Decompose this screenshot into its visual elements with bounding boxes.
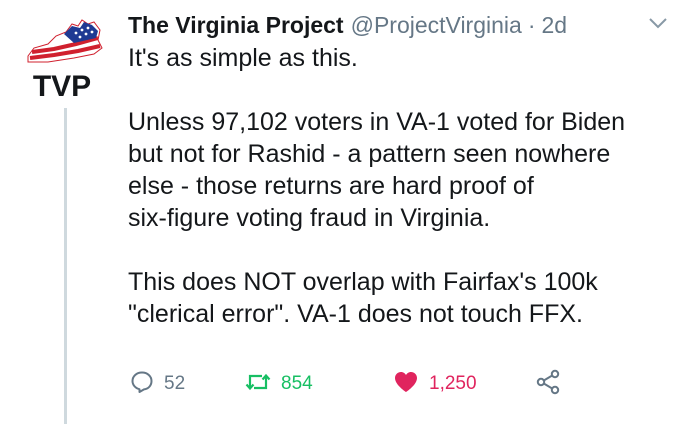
avatar[interactable]: TVP [14, 18, 110, 100]
reply-icon [130, 370, 154, 399]
tweet-line: It's as simple as this. [128, 44, 358, 72]
tweet-line: Unless 97,102 voters in VA-1 voted for B… [128, 108, 626, 136]
separator-dot: · [527, 11, 536, 38]
retweet-button[interactable]: 854 [245, 370, 393, 399]
user-handle[interactable]: @ProjectVirginia [351, 12, 522, 39]
thread-line [64, 108, 67, 424]
virginia-flag-logo-icon: TVP [27, 19, 103, 100]
display-name[interactable]: The Virginia Project [128, 12, 344, 39]
avatar-text: TVP [33, 70, 91, 100]
heart-icon [393, 370, 419, 399]
timestamp[interactable]: 2d [542, 12, 568, 39]
tweet-line: else - those returns are hard proof of [128, 172, 534, 200]
reply-button[interactable]: 52 [130, 370, 245, 399]
tweet-line: "clerical error". VA-1 does not touch FF… [128, 300, 583, 328]
chevron-down-icon[interactable] [648, 16, 668, 30]
share-button[interactable] [535, 369, 561, 400]
like-button[interactable]: 1,250 [393, 370, 535, 399]
tweet-text: It's as simple as this. Unless 97,102 vo… [128, 42, 673, 330]
share-icon [535, 369, 561, 400]
tweet-actions: 52 854 1,250 [130, 364, 590, 404]
tweet-line: six-figure voting fraud in Virginia. [128, 204, 491, 232]
retweet-count: 854 [281, 373, 313, 394]
like-count: 1,250 [429, 373, 477, 394]
reply-count: 52 [164, 373, 186, 394]
tweet-line: but not for Rashid - a pattern seen nowh… [128, 140, 611, 168]
tweet-header: The Virginia Project @ProjectVirginia · … [128, 6, 668, 44]
tweet-line: This does NOT overlap with Fairfax's 100… [128, 268, 598, 296]
retweet-icon [245, 370, 271, 399]
